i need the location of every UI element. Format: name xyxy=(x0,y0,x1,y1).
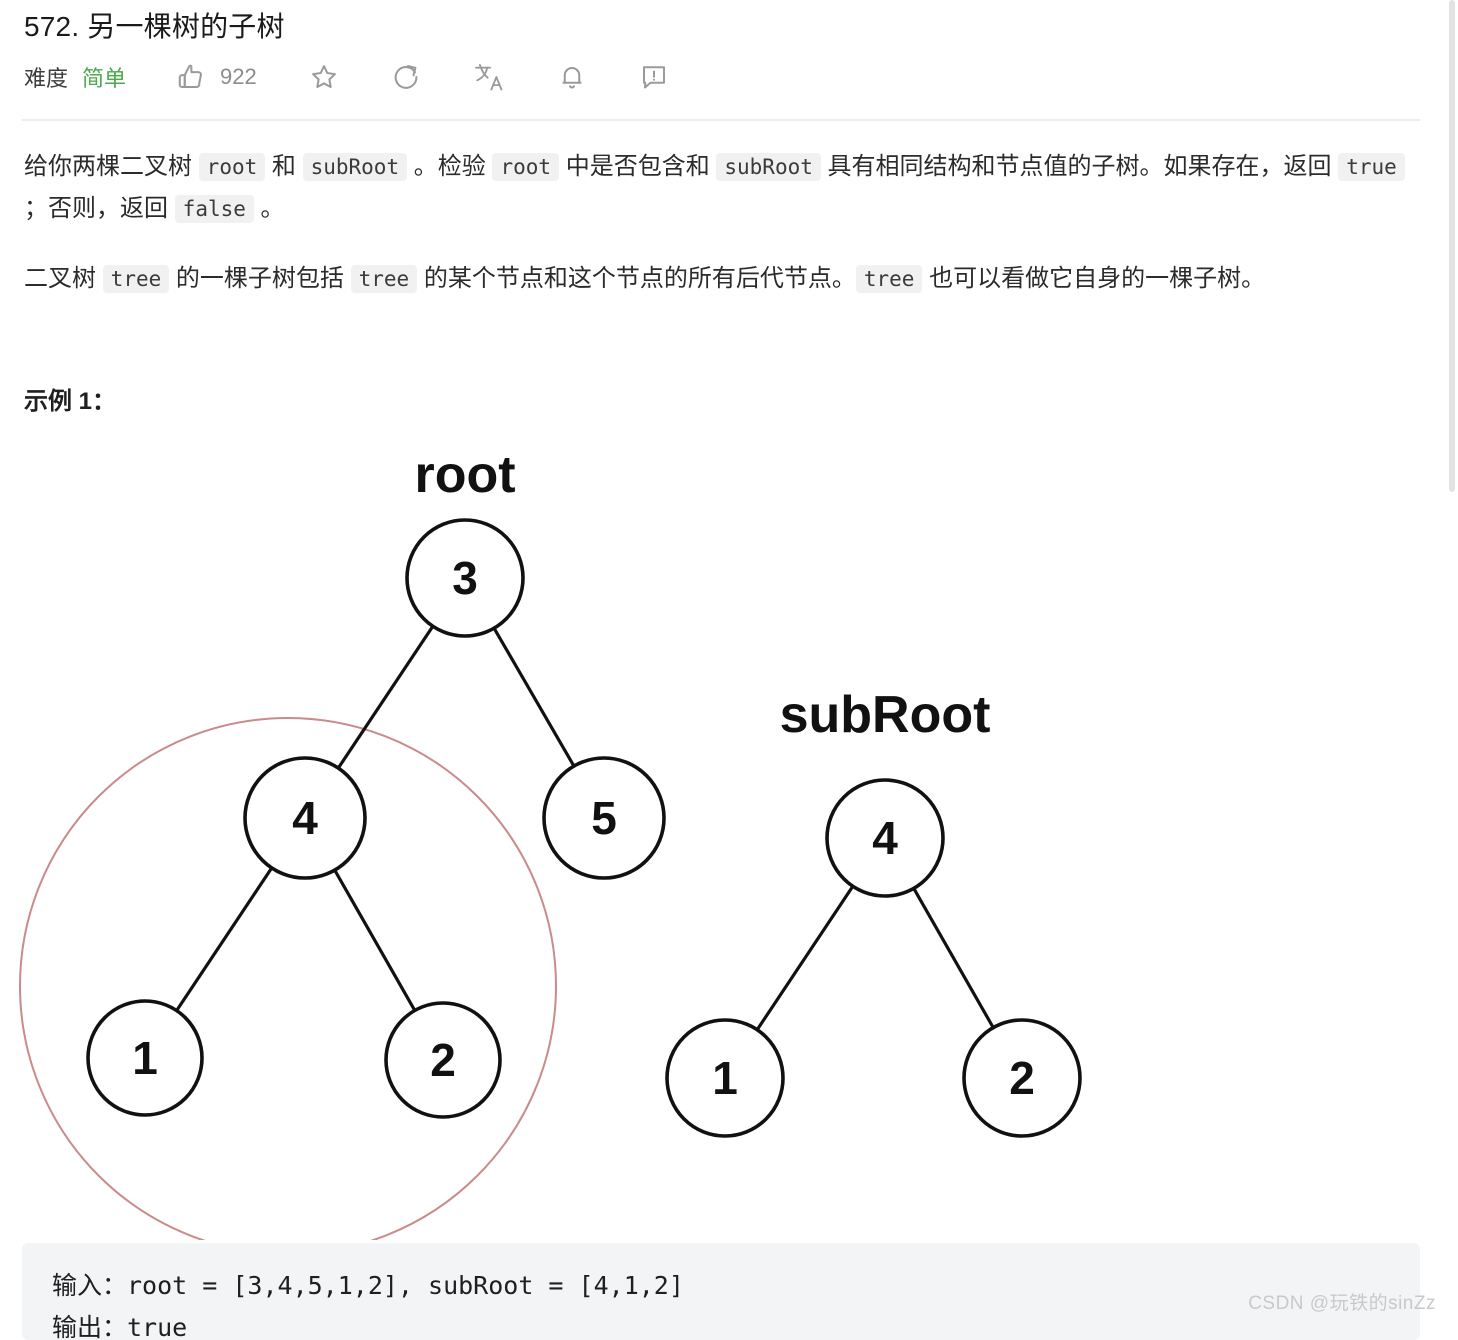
translate-icon xyxy=(473,61,505,93)
notification-button[interactable] xyxy=(557,62,587,92)
desc-text: 中是否包含和 xyxy=(559,153,717,180)
translate-button[interactable] xyxy=(473,61,505,93)
root-node-2-value: 2 xyxy=(430,1034,456,1086)
subroot-tree-label: subRoot xyxy=(780,686,991,744)
edge-3-4 xyxy=(335,623,436,771)
example-heading: 示例 1： xyxy=(24,388,117,415)
tree-diagram-svg: 3 4 5 1 2 4 1 2 root subRoot xyxy=(19,446,1082,1255)
problem-description: 给你两棵二叉树 root 和 subRoot 。检验 root 中是否包含和 s… xyxy=(24,146,1422,328)
root-node-5-value: 5 xyxy=(591,792,617,844)
difficulty-label: 难度 xyxy=(24,66,69,91)
inline-code-root: root xyxy=(492,153,560,181)
edge-sub-4-1 xyxy=(754,883,856,1033)
favorite-button[interactable] xyxy=(309,62,339,92)
binary-tree-diagram: 3 4 5 1 2 4 1 2 root subRoot xyxy=(0,430,1180,1255)
subroot-node-1: 1 xyxy=(665,1018,785,1138)
page-title: 572. 另一棵树的子树 xyxy=(24,11,285,42)
edge-4-2 xyxy=(332,867,418,1014)
subroot-node-1-value: 1 xyxy=(712,1052,738,1104)
subroot-node-2-value: 2 xyxy=(1009,1052,1035,1104)
desc-text: 具有相同结构和节点值的子树。如果存在，返回 xyxy=(820,153,1339,180)
star-icon xyxy=(309,62,339,92)
root-node-1-value: 1 xyxy=(132,1032,158,1084)
thumbs-up-icon xyxy=(176,62,206,92)
inline-code-tree: tree xyxy=(350,265,418,293)
inline-code-true: true xyxy=(1338,153,1405,181)
root-node-1: 1 xyxy=(86,999,204,1117)
edge-sub-4-2 xyxy=(911,885,996,1031)
problem-meta-bar: 难度 简单 922 xyxy=(24,58,669,96)
like-count: 922 xyxy=(220,64,257,89)
example-input-line: 输入：root = [3,4,5,1,2], subRoot = [4,1,2] xyxy=(52,1271,684,1300)
desc-text: 给你两棵二叉树 xyxy=(24,153,199,180)
root-node-3-value: 3 xyxy=(452,552,478,604)
root-node-3: 3 xyxy=(405,518,525,638)
difficulty-badge: 简单 xyxy=(82,66,127,91)
report-icon xyxy=(639,62,669,92)
share-button[interactable] xyxy=(391,62,421,92)
root-node-5: 5 xyxy=(542,756,666,880)
report-button[interactable] xyxy=(639,62,669,92)
root-node-4-value: 4 xyxy=(292,792,318,844)
subroot-node-4: 4 xyxy=(825,778,945,898)
desc-text: 。 xyxy=(253,195,285,222)
like-button[interactable]: 922 xyxy=(176,62,257,92)
scrollbar-thumb[interactable] xyxy=(1449,0,1455,492)
root-node-4: 4 xyxy=(243,756,367,880)
desc-text: ；否则，返回 xyxy=(24,195,175,222)
desc-text: 的一棵子树包括 xyxy=(169,265,351,292)
desc-text: 。检验 xyxy=(407,153,493,180)
inline-code-tree: tree xyxy=(102,265,170,293)
subroot-node-2: 2 xyxy=(962,1018,1082,1138)
subroot-node-4-value: 4 xyxy=(872,812,898,864)
share-icon xyxy=(391,62,421,92)
description-paragraph-1: 给你两棵二叉树 root 和 subRoot 。检验 root 中是否包含和 s… xyxy=(24,146,1422,230)
inline-code-subroot: subRoot xyxy=(302,153,408,181)
example-output-line: 输出：true xyxy=(52,1313,188,1340)
inline-code-root: root xyxy=(198,153,266,181)
inline-code-subroot: subRoot xyxy=(716,153,821,181)
edge-3-5 xyxy=(491,625,577,769)
desc-text: 和 xyxy=(265,153,303,180)
root-node-2: 2 xyxy=(384,1001,502,1119)
header-divider xyxy=(22,119,1420,121)
edge-4-1 xyxy=(174,865,275,1014)
scrollbar-track[interactable] xyxy=(1446,0,1458,1340)
example-io-block: 输入：root = [3,4,5,1,2], subRoot = [4,1,2]… xyxy=(22,1243,1420,1340)
desc-text: 二叉树 xyxy=(24,265,103,292)
bell-icon xyxy=(557,62,587,92)
inline-code-false: false xyxy=(174,195,254,223)
desc-text: 也可以看做它自身的一棵子树。 xyxy=(922,265,1266,292)
description-paragraph-2: 二叉树 tree 的一棵子树包括 tree 的某个节点和这个节点的所有后代节点。… xyxy=(24,258,1422,300)
inline-code-tree: tree xyxy=(855,265,923,293)
desc-text: 的某个节点和这个节点的所有后代节点。 xyxy=(417,265,856,292)
root-tree-label: root xyxy=(414,446,515,504)
